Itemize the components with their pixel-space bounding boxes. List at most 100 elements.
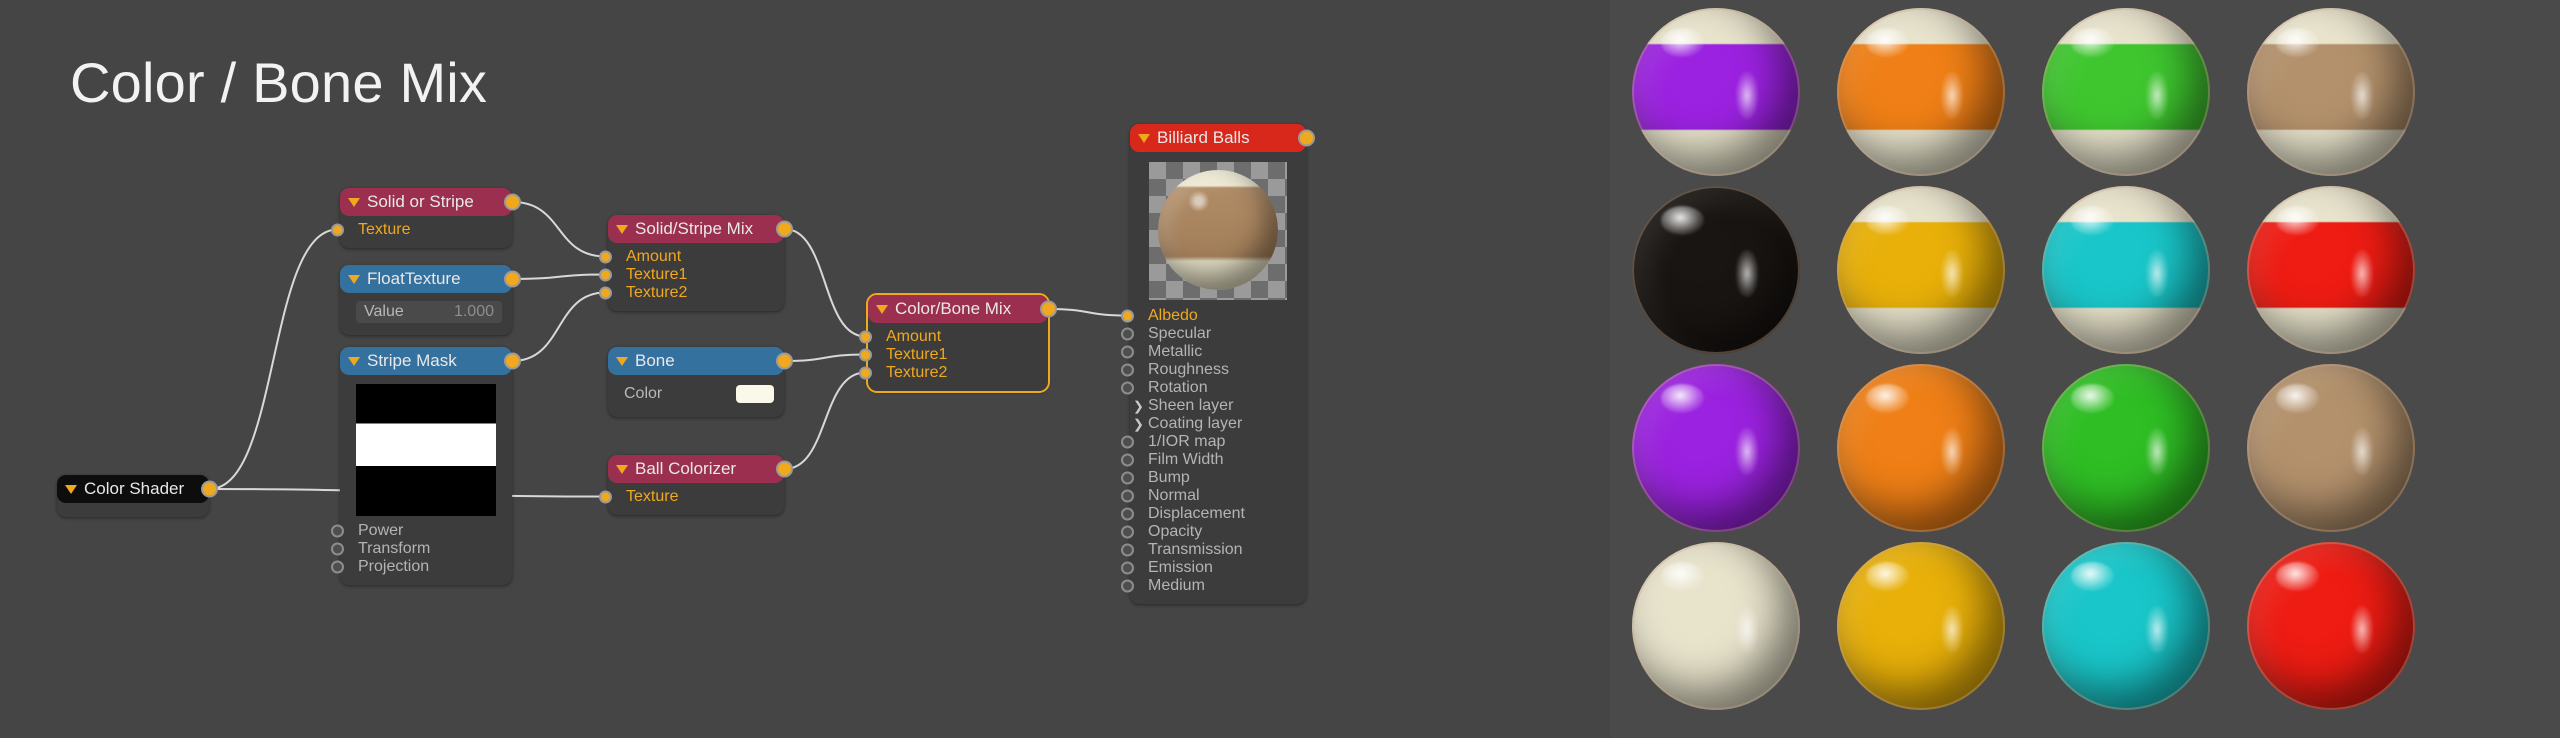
output-port[interactable] [1040, 300, 1057, 318]
node-header-stripe-mask[interactable]: Stripe Mask [340, 347, 521, 375]
input-row-amount[interactable]: Amount [859, 328, 1048, 345]
triangle-down-icon[interactable] [348, 197, 360, 207]
input-port[interactable] [599, 490, 612, 503]
input-port[interactable] [331, 223, 344, 236]
input-row-roughness[interactable]: Roughness [1121, 361, 1306, 378]
input-row-specular[interactable]: Specular [1121, 325, 1306, 342]
triangle-down-icon[interactable] [616, 224, 628, 234]
input-row-power[interactable]: Power [331, 522, 512, 539]
input-port[interactable] [1121, 489, 1134, 502]
node-header-float-texture[interactable]: FloatTexture [340, 265, 521, 293]
input-port[interactable] [1121, 543, 1134, 556]
triangle-down-icon[interactable] [348, 274, 360, 284]
input-row-displacement[interactable]: Displacement [1121, 505, 1306, 522]
node-graph-canvas[interactable]: Color Shader Solid or Stripe Texture FloatT… [0, 0, 1610, 738]
input-port[interactable] [1121, 381, 1134, 394]
triangle-down-icon[interactable] [616, 464, 628, 474]
node-bone[interactable]: Bone Color [608, 347, 793, 417]
chevron-right-icon[interactable]: ❯ [1133, 417, 1144, 430]
input-row-texture[interactable]: Texture [331, 221, 512, 238]
triangle-down-icon[interactable] [616, 356, 628, 366]
node-float-texture[interactable]: FloatTexture Value 1.000 [340, 265, 521, 335]
input-port[interactable] [1121, 327, 1134, 340]
node-ball-colorizer[interactable]: Ball Colorizer Texture [599, 455, 793, 515]
output-port[interactable] [776, 220, 793, 238]
node-header-color-shader[interactable]: Color Shader [57, 475, 218, 503]
triangle-down-icon[interactable] [65, 484, 77, 494]
input-port[interactable] [1121, 471, 1134, 484]
node-header-color-bone-mix[interactable]: Color/Bone Mix [868, 295, 1057, 323]
input-port[interactable] [1121, 453, 1134, 466]
input-row-1-ior-map[interactable]: 1/IOR map [1121, 433, 1306, 450]
triangle-down-icon[interactable] [1138, 133, 1150, 143]
input-row-transform[interactable]: Transform [331, 540, 512, 557]
node-solid-or-stripe[interactable]: Solid or Stripe Texture [331, 188, 521, 248]
input-port[interactable] [599, 250, 612, 263]
output-port[interactable] [1298, 129, 1315, 147]
output-port[interactable] [504, 193, 521, 211]
input-row-bump[interactable]: Bump [1121, 468, 1306, 486]
field-color[interactable]: Color [624, 383, 774, 405]
input-row-texture2[interactable]: Texture2 [599, 284, 784, 301]
input-port[interactable] [331, 542, 344, 555]
input-row-metallic[interactable]: Metallic [1121, 343, 1306, 360]
node-billiard-balls[interactable]: Billiard Balls Albedo Specular Metallic Roug… [1121, 124, 1315, 604]
input-row-albedo[interactable]: Albedo [1121, 307, 1306, 324]
input-row-texture[interactable]: Texture [599, 487, 784, 505]
node-color-shader[interactable]: Color Shader [57, 475, 218, 517]
input-label: Texture [626, 487, 679, 505]
output-port[interactable] [504, 352, 521, 370]
sphere-rim [1837, 8, 2005, 176]
input-row-transmission[interactable]: Transmission [1121, 541, 1306, 558]
input-port[interactable] [1121, 309, 1134, 322]
input-row-normal[interactable]: Normal [1121, 487, 1306, 504]
input-port[interactable] [331, 524, 344, 537]
node-header-billiard-balls[interactable]: Billiard Balls [1130, 124, 1315, 152]
input-port[interactable] [859, 366, 872, 379]
input-row-emission[interactable]: Emission [1121, 559, 1306, 576]
input-label: Bump [1148, 468, 1190, 486]
input-row-sheen-layer[interactable]: ❯ Sheen layer [1130, 397, 1306, 414]
output-port[interactable] [504, 270, 521, 288]
input-port[interactable] [331, 560, 344, 573]
input-row-medium[interactable]: Medium [1121, 577, 1306, 594]
output-port[interactable] [776, 460, 793, 478]
input-port[interactable] [1121, 345, 1134, 358]
input-port[interactable] [1121, 363, 1134, 376]
triangle-down-icon[interactable] [348, 356, 360, 366]
input-port[interactable] [859, 330, 872, 343]
color-swatch[interactable] [736, 385, 774, 403]
input-port[interactable] [599, 286, 612, 299]
input-port[interactable] [1121, 579, 1134, 592]
input-row-texture1[interactable]: Texture1 [859, 346, 1048, 363]
node-color-bone-mix[interactable]: Color/Bone Mix Amount Texture1 Texture2 [859, 293, 1057, 393]
input-row-texture2[interactable]: Texture2 [859, 364, 1048, 381]
chevron-right-icon[interactable]: ❯ [1133, 399, 1144, 412]
node-header-solid-or-stripe[interactable]: Solid or Stripe [340, 188, 521, 216]
node-header-ball-colorizer[interactable]: Ball Colorizer [608, 455, 793, 483]
input-port[interactable] [1121, 435, 1134, 448]
input-port[interactable] [859, 348, 872, 361]
node-header-bone[interactable]: Bone [608, 347, 793, 375]
input-row-rotation[interactable]: Rotation [1121, 379, 1306, 396]
input-row-coating-layer[interactable]: ❯ Coating layer [1130, 415, 1306, 432]
field-value[interactable]: Value 1.000 [356, 301, 502, 323]
node-body-bone: Color [608, 375, 784, 417]
input-row-texture1[interactable]: Texture1 [599, 266, 784, 283]
input-port[interactable] [599, 268, 612, 281]
input-row-opacity[interactable]: Opacity [1121, 523, 1306, 540]
triangle-down-icon[interactable] [876, 304, 888, 314]
input-port[interactable] [1121, 507, 1134, 520]
output-port[interactable] [201, 480, 218, 498]
input-port[interactable] [1121, 561, 1134, 574]
field-value[interactable]: 1.000 [454, 303, 494, 321]
node-header-solid-stripe-mix[interactable]: Solid/Stripe Mix [608, 215, 793, 243]
output-port[interactable] [776, 352, 793, 370]
node-stripe-mask[interactable]: Stripe Mask Power Transform Projection [331, 347, 521, 585]
node-body-solid-stripe-mix: Amount Texture1 Texture2 [599, 243, 784, 311]
input-row-amount[interactable]: Amount [599, 248, 784, 265]
input-row-projection[interactable]: Projection [331, 558, 512, 575]
node-solid-stripe-mix[interactable]: Solid/Stripe Mix Amount Texture1 Texture2 [599, 215, 793, 311]
input-port[interactable] [1121, 525, 1134, 538]
input-row-film-width[interactable]: Film Width [1121, 451, 1306, 468]
